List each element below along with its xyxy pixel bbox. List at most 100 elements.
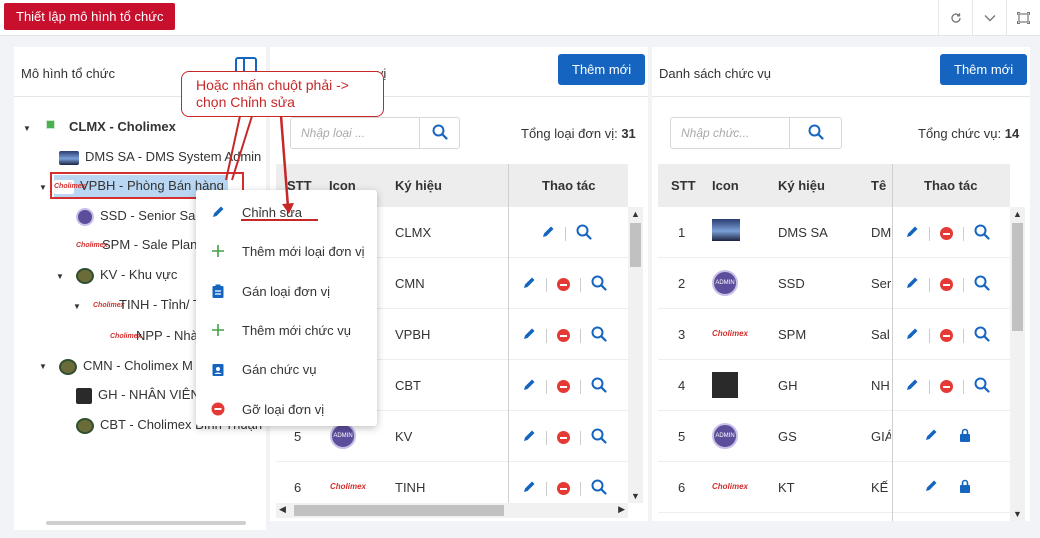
action-divider: [929, 328, 930, 343]
search-icon[interactable]: [974, 377, 990, 396]
page-title-tab[interactable]: Thiết lập mô hình tổ chức: [4, 3, 176, 30]
edit-icon[interactable]: [905, 327, 919, 344]
lock-icon[interactable]: [959, 428, 971, 445]
lock-icon[interactable]: [959, 479, 971, 496]
tree-node-ssd[interactable]: SSD - Senior Sale: [76, 205, 206, 227]
table-row: 1 DMS SA DM: [658, 207, 1010, 258]
column-divider: [508, 164, 509, 207]
scroll-thumb[interactable]: [294, 505, 504, 516]
add-unit-type-button[interactable]: Thêm mới: [558, 54, 646, 85]
top-bar: Thiết lập mô hình tổ chức: [0, 0, 1040, 36]
search-icon[interactable]: [974, 224, 990, 243]
search-icon[interactable]: [974, 326, 990, 345]
unit-type-vertical-scrollbar[interactable]: ▲ ▼: [628, 207, 643, 503]
tree-horizontal-scrollbar[interactable]: [46, 521, 246, 525]
search-icon[interactable]: [591, 326, 607, 345]
context-menu-item[interactable]: Gán chức vụ: [196, 351, 377, 387]
tree-node-cmn[interactable]: CMN - Cholimex M: [59, 355, 193, 377]
unit-type-horizontal-scrollbar[interactable]: ◀ ▶: [276, 503, 628, 518]
remove-icon[interactable]: [557, 380, 570, 393]
search-icon[interactable]: [974, 275, 990, 294]
edit-icon[interactable]: [924, 479, 938, 496]
remove-icon[interactable]: [940, 329, 953, 342]
edit-icon[interactable]: [541, 225, 555, 242]
tree-node-gh[interactable]: GH - NHÂN VIÊN: [76, 384, 200, 406]
search-icon[interactable]: [591, 479, 607, 498]
col-code: Ký hiệu: [395, 178, 442, 193]
expand-icon[interactable]: [1006, 0, 1040, 36]
context-menu-item[interactable]: Thêm mới chức vụ: [196, 312, 377, 348]
context-menu-item[interactable]: Gỡ loại đơn vị: [196, 391, 377, 427]
seal-logo-icon: [59, 358, 77, 375]
scroll-thumb[interactable]: [1012, 223, 1023, 331]
expand-caret-icon[interactable]: ▼: [23, 124, 31, 133]
search-icon[interactable]: [576, 224, 592, 243]
edit-icon[interactable]: [522, 378, 536, 395]
add-position-button[interactable]: Thêm mới: [940, 54, 1028, 85]
chevron-down-icon[interactable]: [972, 0, 1006, 36]
action-divider: [580, 328, 581, 343]
remove-icon[interactable]: [557, 482, 570, 495]
edit-icon[interactable]: [522, 429, 536, 446]
edit-icon[interactable]: [924, 428, 938, 445]
landscape-image-icon: [712, 219, 740, 241]
remove-icon[interactable]: [940, 227, 953, 240]
remove-icon[interactable]: [557, 278, 570, 291]
cell-stt: 1: [678, 225, 686, 240]
cholimex-logo-icon: Cholimex: [712, 480, 748, 494]
action-divider: [546, 328, 547, 343]
position-search-input[interactable]: [671, 118, 789, 148]
search-icon[interactable]: [591, 275, 607, 294]
edit-icon[interactable]: [905, 378, 919, 395]
refresh-icon[interactable]: [938, 0, 972, 36]
expand-caret-icon[interactable]: ▼: [39, 362, 47, 371]
remove-icon[interactable]: [557, 329, 570, 342]
chevron-right-icon[interactable]: ▶: [618, 504, 625, 515]
cell-stt: 4: [678, 378, 686, 393]
expand-caret-icon[interactable]: ▼: [56, 272, 64, 281]
chevron-up-icon[interactable]: ▲: [1013, 209, 1022, 219]
remove-icon[interactable]: [557, 431, 570, 444]
context-menu-label: Thêm mới loại đơn vị: [242, 244, 365, 260]
action-divider: [546, 277, 547, 292]
row-actions: [905, 224, 990, 243]
tree-node-dms-sa[interactable]: DMS SA - DMS System Admin: [59, 146, 261, 168]
col-icon: Icon: [712, 178, 739, 193]
chevron-down-icon[interactable]: ▼: [631, 491, 640, 501]
tree-node-kv[interactable]: KV - Khu vực: [76, 264, 177, 286]
remove-icon[interactable]: [940, 380, 953, 393]
tree-node-clmx[interactable]: CLMX - Cholimex: [46, 116, 176, 138]
tree-node-label: SPM - Sale Plann: [102, 237, 205, 252]
action-divider: [963, 226, 964, 241]
edit-icon[interactable]: [522, 327, 536, 344]
remove-icon[interactable]: [940, 278, 953, 291]
context-menu-item[interactable]: Chỉnh sửa: [196, 194, 377, 230]
tree-node-tinh[interactable]: CholimexTINH - Tỉnh/ T: [93, 294, 201, 316]
tree-node-npp[interactable]: CholimexNPP - Nhà: [110, 325, 198, 347]
expand-caret-icon[interactable]: ▼: [39, 183, 47, 192]
edit-icon[interactable]: [522, 480, 536, 497]
tree-node-spm[interactable]: CholimexSPM - Sale Plann: [76, 234, 205, 256]
edit-icon[interactable]: [905, 225, 919, 242]
chevron-up-icon[interactable]: ▲: [631, 209, 640, 219]
chevron-down-icon[interactable]: ▼: [1013, 509, 1022, 519]
context-menu-item[interactable]: Thêm mới loại đơn vị: [196, 233, 377, 269]
cell-code: DMS SA: [778, 225, 828, 240]
scroll-thumb[interactable]: [630, 223, 641, 267]
context-menu-item[interactable]: Gán loại đơn vị: [196, 273, 377, 309]
expand-caret-icon[interactable]: ▼: [73, 302, 81, 311]
search-icon[interactable]: [591, 428, 607, 447]
position-search-button[interactable]: [789, 118, 841, 148]
search-icon: [808, 124, 824, 143]
search-icon[interactable]: [591, 377, 607, 396]
position-vertical-scrollbar[interactable]: ▲ ▼: [1010, 207, 1025, 521]
admin-badge-icon: ADMIN: [712, 270, 738, 296]
edit-icon[interactable]: [522, 276, 536, 293]
edit-icon[interactable]: [905, 276, 919, 293]
unit-type-search-button[interactable]: [419, 118, 459, 148]
unit-type-search-input[interactable]: [291, 118, 409, 148]
cell-code: VPBH: [395, 327, 431, 342]
chevron-left-icon[interactable]: ◀: [279, 504, 286, 515]
tree-node-label: NPP - Nhà: [136, 328, 198, 343]
tree-node-label: CMN - Cholimex M: [83, 358, 193, 373]
